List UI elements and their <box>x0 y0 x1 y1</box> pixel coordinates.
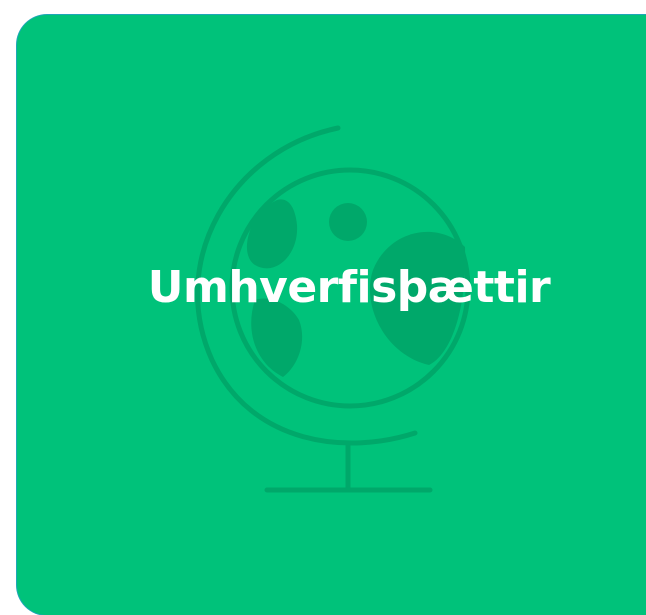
card-title: Umhverfisþættir <box>147 262 551 313</box>
category-card-environmental-factors[interactable]: Umhverfisþættir <box>17 15 646 615</box>
